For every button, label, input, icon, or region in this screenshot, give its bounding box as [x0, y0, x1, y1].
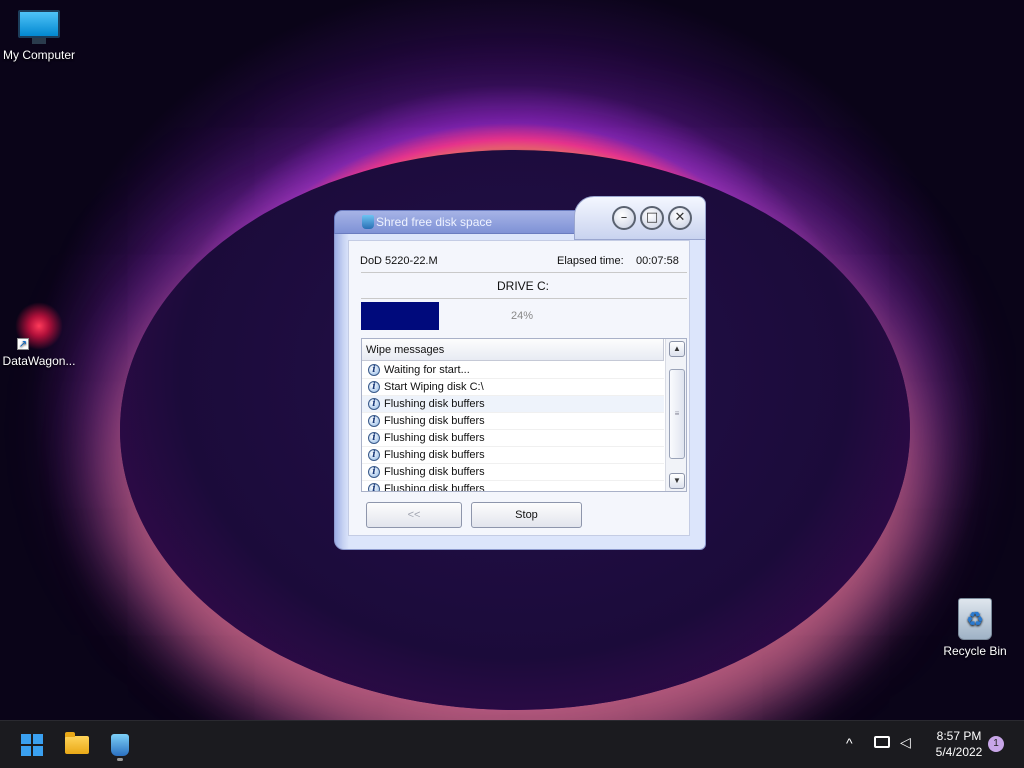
close-button[interactable]: ✕ — [668, 206, 692, 230]
list-item[interactable]: i Flushing disk buffers — [362, 413, 664, 430]
shortcut-arrow-icon: ↗ — [17, 338, 29, 350]
network-icon[interactable] — [874, 736, 890, 748]
list-body: i Waiting for start... i Start Wiping disk … — [362, 362, 664, 491]
list-item-text: Waiting for start... — [384, 364, 470, 376]
folder-icon — [65, 732, 89, 754]
file-explorer-button[interactable] — [61, 729, 93, 761]
list-item-text: Flushing disk buffers — [384, 449, 485, 461]
desktop-icon-datawagon[interactable]: ↗ DataWagon... — [0, 302, 78, 368]
list-item-text: Start Wiping disk C:\ — [384, 381, 484, 393]
wipe-method: DoD 5220-22.M — [360, 255, 438, 267]
wipe-messages-list[interactable]: Wipe messages i Waiting for start... i Star… — [361, 338, 687, 492]
list-item-text: Flushing disk buffers — [384, 483, 485, 491]
scroll-thumb[interactable]: ≡ — [669, 369, 685, 459]
desktop-icon-label: My Computer — [2, 48, 76, 62]
desktop-icon-my-computer[interactable]: My Computer — [0, 10, 78, 62]
info-icon: i — [368, 398, 380, 410]
divider — [361, 272, 687, 273]
list-item-text: Flushing disk buffers — [384, 415, 485, 427]
info-icon: i — [368, 364, 380, 376]
progress-bar: 24% — [361, 302, 687, 330]
desktop-icon-label: DataWagon... — [2, 354, 76, 368]
list-item-text: Flushing disk buffers — [384, 466, 485, 478]
shredder-icon — [362, 215, 374, 229]
windows-logo-icon — [21, 734, 43, 756]
elapsed-value: 00:07:58 — [636, 255, 679, 267]
info-icon: i — [368, 381, 380, 393]
clock-date: 5/4/2022 — [935, 745, 983, 759]
scroll-up-button[interactable]: ▲ — [669, 341, 685, 357]
list-item[interactable]: i Flushing disk buffers — [362, 396, 664, 413]
desktop-icon-label: Recycle Bin — [943, 644, 1007, 658]
info-icon: i — [368, 415, 380, 427]
shredder-icon — [111, 734, 129, 756]
info-icon: i — [368, 466, 380, 478]
stop-button[interactable]: Stop — [471, 502, 582, 528]
taskbar: ^ ◁ — [0, 720, 1024, 768]
list-item[interactable]: i Flushing disk buffers — [362, 464, 664, 481]
progress-fill — [361, 302, 440, 330]
list-item[interactable]: i Waiting for start... — [362, 362, 664, 379]
start-button[interactable] — [16, 729, 48, 761]
volume-muted-icon[interactable]: ◁ — [900, 735, 911, 751]
desktop-icon-recycle-bin[interactable]: ♻ Recycle Bin — [936, 598, 1014, 658]
drive-label: DRIVE C: — [496, 279, 549, 293]
back-button[interactable]: << — [366, 502, 462, 528]
clock-time: 8:57 PM — [936, 729, 982, 743]
list-item-text: Flushing disk buffers — [384, 432, 485, 444]
list-header[interactable]: Wipe messages — [362, 339, 664, 361]
info-icon: i — [368, 483, 380, 491]
scroll-down-button[interactable]: ▼ — [669, 473, 685, 489]
scrollbar[interactable]: ▲ ≡ ▼ — [665, 339, 686, 491]
dialog-title: Shred free disk space — [376, 215, 493, 229]
elapsed-label: Elapsed time: — [557, 255, 624, 267]
notification-badge[interactable]: 1 — [988, 736, 1004, 752]
shredder-app-button[interactable] — [104, 729, 136, 761]
list-item[interactable]: i Flushing disk buffers — [362, 447, 664, 464]
divider — [361, 298, 687, 299]
monitor-icon — [18, 10, 60, 44]
list-item[interactable]: i Start Wiping disk C:\ — [362, 379, 664, 396]
minimize-button[interactable]: – — [612, 206, 636, 230]
tray-chevron-icon[interactable]: ^ — [846, 735, 853, 751]
progress-text: 24% — [511, 310, 534, 322]
list-item[interactable]: i Flushing disk buffers — [362, 481, 664, 491]
info-icon: i — [368, 432, 380, 444]
list-item[interactable]: i Flushing disk buffers — [362, 430, 664, 447]
shred-dialog: Shred free disk space – □ ✕ DoD 5220-22.… — [334, 196, 706, 550]
datawagon-icon: ↗ — [15, 302, 63, 350]
maximize-button[interactable]: □ — [640, 206, 664, 230]
info-icon: i — [368, 449, 380, 461]
clock[interactable]: 8:57 PM 5/4/2022 — [926, 728, 992, 760]
dialog-panel: DoD 5220-22.M Elapsed time: 00:07:58 DRI… — [348, 240, 690, 536]
active-app-indicator — [117, 758, 123, 761]
list-item-text: Flushing disk buffers — [384, 398, 485, 410]
recycle-bin-icon: ♻ — [958, 598, 992, 640]
